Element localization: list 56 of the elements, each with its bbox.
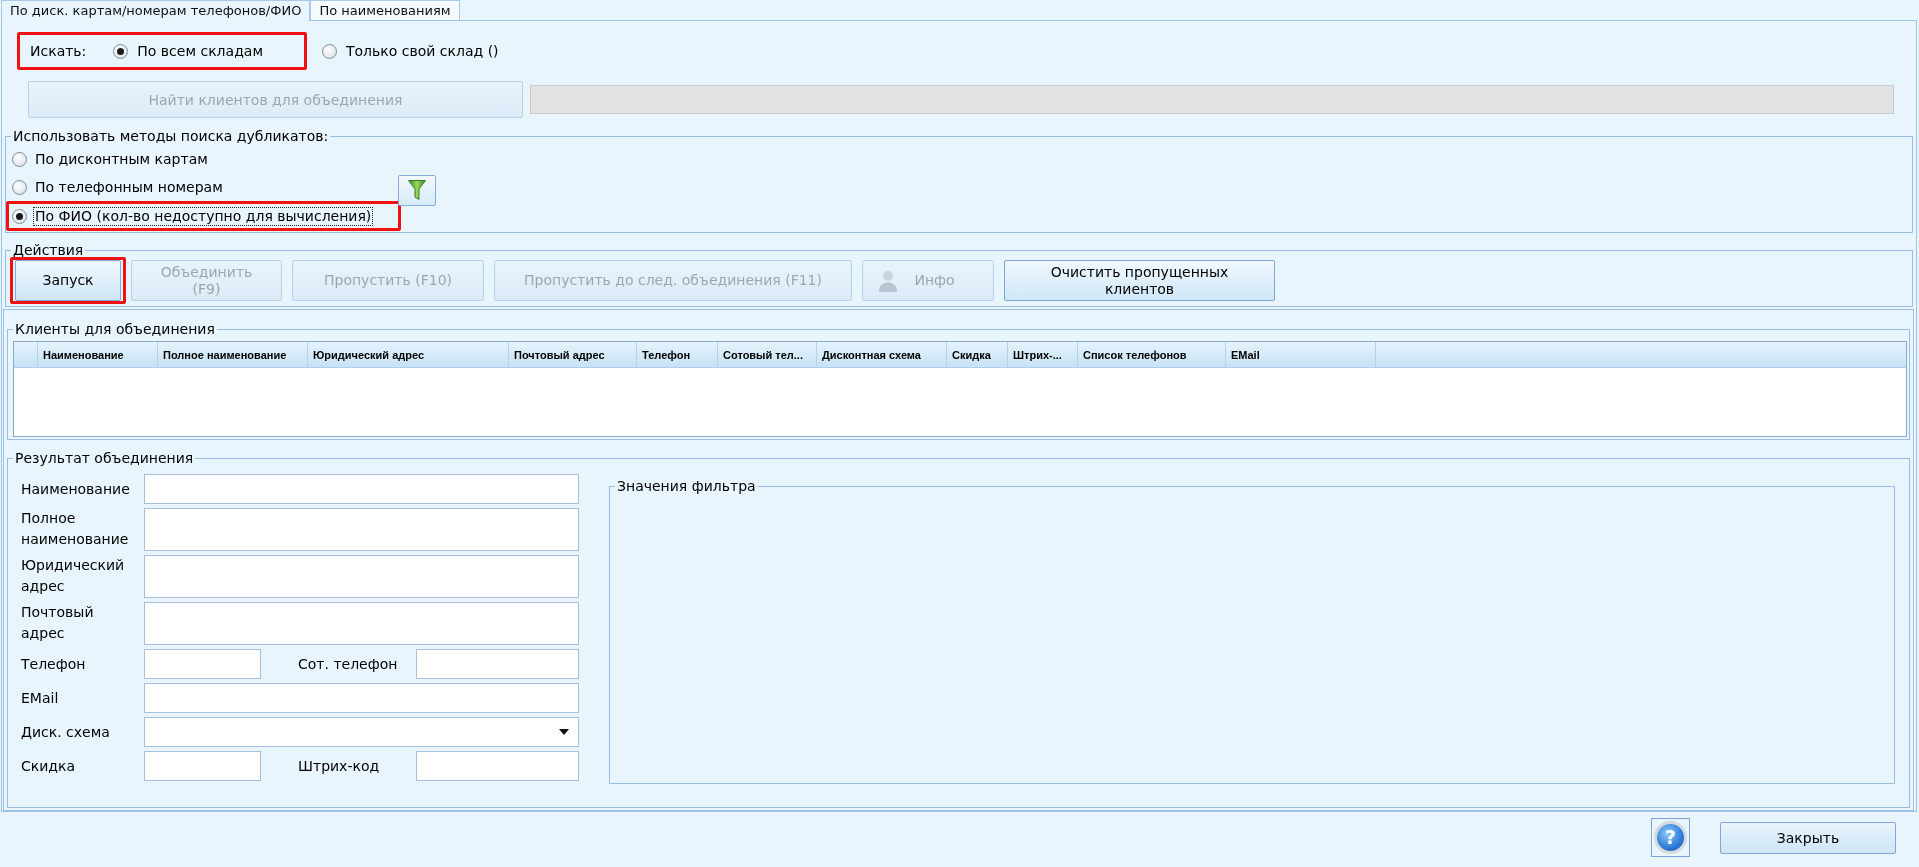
field-label: EMail <box>21 688 60 708</box>
field-label: Сот. телефон <box>298 654 399 674</box>
group-title: Использовать методы поиска дубликатов: <box>12 128 330 145</box>
person-icon <box>878 269 898 292</box>
field-label: Диск. схема <box>21 722 111 742</box>
group-title: Клиенты для объединения <box>14 321 216 338</box>
text-area[interactable] <box>144 555 579 598</box>
field-label: Скидка <box>21 756 77 776</box>
column-header[interactable]: Скидка <box>947 342 1008 367</box>
field-label: Почтовый адрес <box>21 603 95 643</box>
column-header[interactable]: Наименование <box>38 342 158 367</box>
column-header[interactable]: Сотовый тел... <box>718 342 817 367</box>
input-field[interactable] <box>144 474 579 504</box>
radio-label[interactable]: По всем складам <box>135 41 265 61</box>
filter-button[interactable] <box>398 174 436 206</box>
group-title: Значения фильтра <box>616 478 757 495</box>
radio-label[interactable]: По дисконтным картам <box>33 149 210 169</box>
radio-label[interactable]: Только свой склад () <box>344 41 501 61</box>
tab[interactable]: По диск. картам/номерам телефонов/ФИО <box>1 0 311 21</box>
field-label: Штрих-код <box>298 756 381 776</box>
action-button[interactable]: Очистить пропущенных клиентов <box>1004 260 1275 301</box>
radio-button[interactable] <box>113 43 129 59</box>
field-label: Полное наименование <box>21 509 130 549</box>
radio-button[interactable] <box>12 151 27 167</box>
text-area[interactable] <box>144 602 579 645</box>
radio-button[interactable] <box>12 179 27 195</box>
column-header[interactable]: Почтовый адрес <box>509 342 637 367</box>
column-header[interactable]: Штрих-... <box>1008 342 1078 367</box>
field-label: Наименование <box>21 479 131 499</box>
field-label: Юридический адрес <box>21 556 126 596</box>
radio-label[interactable]: По ФИО (кол-во недоступно для вычисления) <box>33 206 374 226</box>
column-header[interactable]: Дисконтная схема <box>817 342 947 367</box>
group-title: Действия <box>12 242 85 259</box>
close-button[interactable]: Закрыть <box>1720 822 1896 854</box>
group-title: Результат объединения <box>14 450 195 467</box>
column-header[interactable]: EMail <box>1226 342 1376 367</box>
field-label: Телефон <box>21 654 87 674</box>
input-field[interactable] <box>144 649 261 679</box>
action-button[interactable]: Запуск <box>15 260 121 301</box>
column-header[interactable]: Список телефонов <box>1078 342 1226 367</box>
input-field[interactable] <box>144 683 579 713</box>
input-field[interactable] <box>416 751 579 781</box>
column-header[interactable]: Телефон <box>637 342 718 367</box>
radio-label[interactable]: По телефонным номерам <box>33 177 225 197</box>
search-label: Искать: <box>30 43 87 59</box>
funnel-icon <box>408 180 426 200</box>
radio-button[interactable] <box>12 208 27 224</box>
column-header[interactable]: Полное наименование <box>158 342 308 367</box>
input-field[interactable] <box>144 751 261 781</box>
text-area[interactable] <box>144 508 579 551</box>
caret-icon <box>559 729 569 735</box>
tab[interactable]: По наименованиям <box>310 0 460 20</box>
dropdown-field[interactable] <box>144 717 579 747</box>
column-header[interactable]: Юридический адрес <box>308 342 509 367</box>
radio-button[interactable] <box>322 43 337 59</box>
input-field[interactable] <box>416 649 579 679</box>
